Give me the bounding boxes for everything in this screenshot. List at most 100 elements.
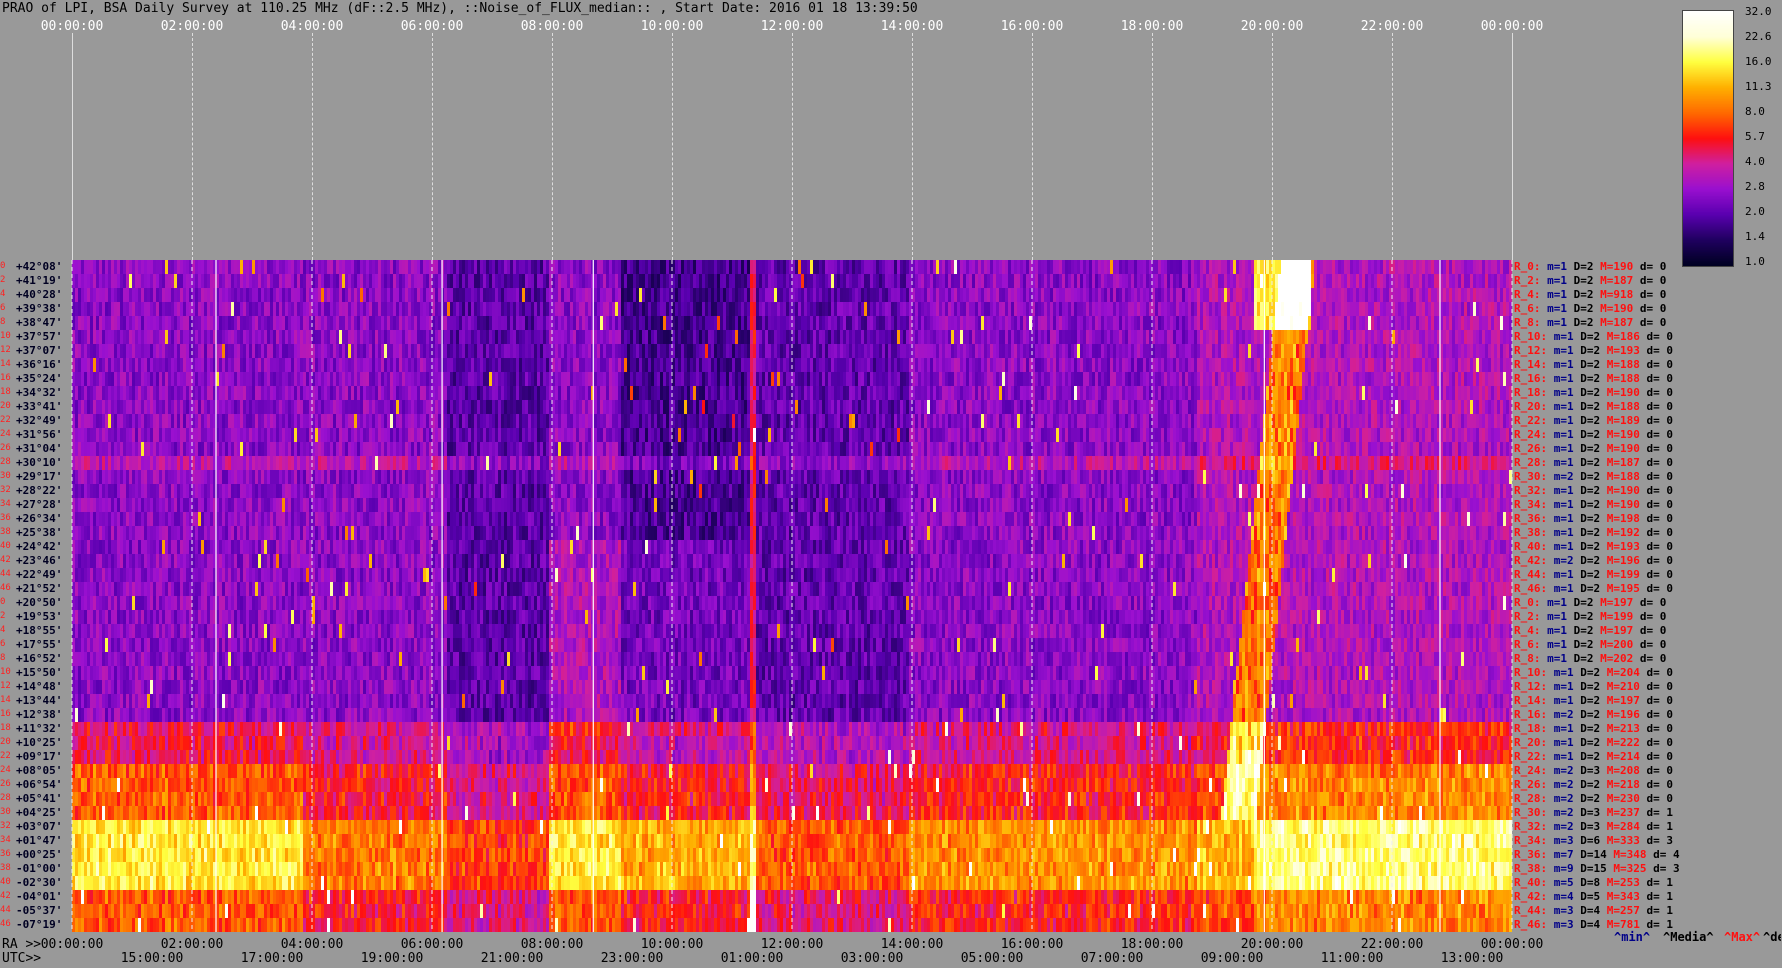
row-stat-dv: d= 3 [1646, 834, 1674, 847]
declination-label: +37°07' [16, 344, 63, 357]
row-stat-M: M=189 [1606, 414, 1640, 427]
upper-gridline [1512, 33, 1513, 260]
row-stat-dv: d= 0 [1646, 540, 1674, 553]
row-stat-dv: d= 0 [1646, 680, 1674, 693]
declination-label: -04°01' [16, 890, 63, 903]
row-stat-M: M=186 [1606, 330, 1640, 343]
declination-label: -05°37' [16, 904, 63, 917]
ra-axis-tick: 16:00:00 [1000, 937, 1064, 952]
row-stats: R_4: m=1 D=2 M=918 d= 0 [1514, 289, 1666, 300]
row-index: 8 [0, 653, 6, 663]
row-index: 2 [0, 611, 6, 621]
declination-label: +29°17' [16, 470, 63, 483]
row-stat-M: M=208 [1606, 764, 1640, 777]
row-stat-dv: d= 4 [1653, 848, 1680, 861]
row-stat-M: M=193 [1606, 344, 1640, 357]
declination-label: +20°50' [16, 596, 63, 609]
row-stat-m: m=3 [1553, 904, 1574, 917]
row-index: 10 [0, 331, 11, 341]
declination-label: +36°16' [16, 358, 63, 371]
declination-label: +03°07' [16, 820, 63, 833]
top-axis-tick: 14:00:00 [880, 19, 944, 34]
row-stat-d: D=2 [1580, 694, 1601, 707]
row-stats: R_26: m=2 D=2 M=218 d= 0 [1514, 779, 1673, 790]
ra-axis-tick: 20:00:00 [1240, 937, 1304, 952]
row-stat-dv: d= 0 [1646, 526, 1674, 539]
ra-axis-tick: 00:00:00 [1480, 937, 1544, 952]
row-stat-d: D=2 [1573, 260, 1594, 273]
row-stat-M: M=257 [1606, 904, 1640, 917]
row-stat-dv: d= 0 [1646, 666, 1674, 679]
row-stat-r: R_22: [1514, 750, 1548, 763]
row-stat-dv: d= 0 [1646, 582, 1674, 595]
row-stat-r: R_16: [1514, 708, 1548, 721]
row-stat-dv: d= 0 [1646, 778, 1674, 791]
row-stat-dv: d= 0 [1646, 386, 1674, 399]
declination-label: +13°44' [16, 694, 63, 707]
row-index: 14 [0, 359, 11, 369]
declination-label: -01°00' [16, 862, 63, 875]
row-stat-r: R_0: [1514, 260, 1541, 273]
row-stat-m: m=4 [1553, 890, 1574, 903]
row-stat-d: D=4 [1580, 918, 1601, 931]
row-stats: R_6: m=1 D=2 M=200 d= 0 [1514, 639, 1666, 650]
row-stat-d: D=3 [1580, 764, 1601, 777]
row-stat-m: m=1 [1553, 680, 1574, 693]
row-stat-r: R_20: [1514, 736, 1548, 749]
row-index: 30 [0, 807, 11, 817]
row-stat-dv: d= 0 [1639, 302, 1667, 315]
row-index: 20 [0, 401, 11, 411]
row-stat-m: m=2 [1553, 792, 1574, 805]
row-index: 2 [0, 275, 6, 285]
row-stat-r: R_14: [1514, 694, 1548, 707]
ra-axis-tick: 22:00:00 [1360, 937, 1424, 952]
row-index: 16 [0, 373, 11, 383]
row-stat-M: M=200 [1600, 638, 1634, 651]
row-stat-M: M=187 [1600, 316, 1634, 329]
row-stats: R_0: m=1 D=2 M=197 d= 0 [1514, 597, 1666, 608]
declination-label: +37°57' [16, 330, 63, 343]
row-stat-r: R_42: [1514, 554, 1548, 567]
declination-label: +17°55' [16, 638, 63, 651]
row-stat-M: M=199 [1606, 568, 1640, 581]
row-stat-r: R_24: [1514, 764, 1548, 777]
colorbar-label: 22.6 [1745, 30, 1772, 43]
row-stat-M: M=198 [1606, 512, 1640, 525]
row-stat-M: M=190 [1606, 428, 1640, 441]
row-stat-d: D=2 [1580, 330, 1601, 343]
ra-axis-tick: 00:00:00 [40, 937, 104, 952]
row-stat-d: D=2 [1580, 582, 1601, 595]
upper-gridline [912, 33, 913, 260]
row-stat-d: D=2 [1580, 554, 1601, 567]
row-stat-M: M=190 [1600, 302, 1634, 315]
chart-title: PRAO of LPI, BSA Daily Survey at 110.25 … [2, 1, 918, 16]
row-stat-m: m=7 [1553, 848, 1574, 861]
row-stat-m: m=1 [1553, 372, 1574, 385]
declination-label: +41°19' [16, 274, 63, 287]
row-stat-d: D=2 [1580, 400, 1601, 413]
row-stat-r: R_4: [1514, 624, 1541, 637]
row-stat-m: m=2 [1553, 820, 1574, 833]
row-index: 38 [0, 863, 11, 873]
row-stat-m: m=1 [1547, 624, 1567, 637]
row-index: 40 [0, 877, 11, 887]
row-stat-dv: d= 0 [1646, 358, 1674, 371]
utc-axis-tick: 17:00:00 [240, 951, 304, 966]
utc-axis-tick: 11:00:00 [1320, 951, 1384, 966]
row-stats: R_18: m=1 D=2 M=190 d= 0 [1514, 387, 1673, 398]
row-stat-r: R_26: [1514, 778, 1548, 791]
row-stat-dv: d= 0 [1646, 428, 1674, 441]
row-index: 42 [0, 891, 11, 901]
row-stats: R_30: m=2 D=3 M=237 d= 1 [1514, 807, 1673, 818]
row-stat-dv: d= 0 [1646, 722, 1674, 735]
top-axis-tick: 12:00:00 [760, 19, 824, 34]
row-stat-d: D=2 [1580, 344, 1601, 357]
row-stat-dv: d= 0 [1646, 344, 1674, 357]
declination-label: +19°53' [16, 610, 63, 623]
row-stat-d: D=2 [1573, 302, 1594, 315]
row-stat-dv: d= 0 [1639, 316, 1667, 329]
row-index: 36 [0, 513, 11, 523]
row-stat-d: D=2 [1573, 638, 1594, 651]
row-stats: R_34: m=3 D=6 M=333 d= 3 [1514, 835, 1673, 846]
row-stats: R_20: m=1 D=2 M=188 d= 0 [1514, 401, 1673, 412]
